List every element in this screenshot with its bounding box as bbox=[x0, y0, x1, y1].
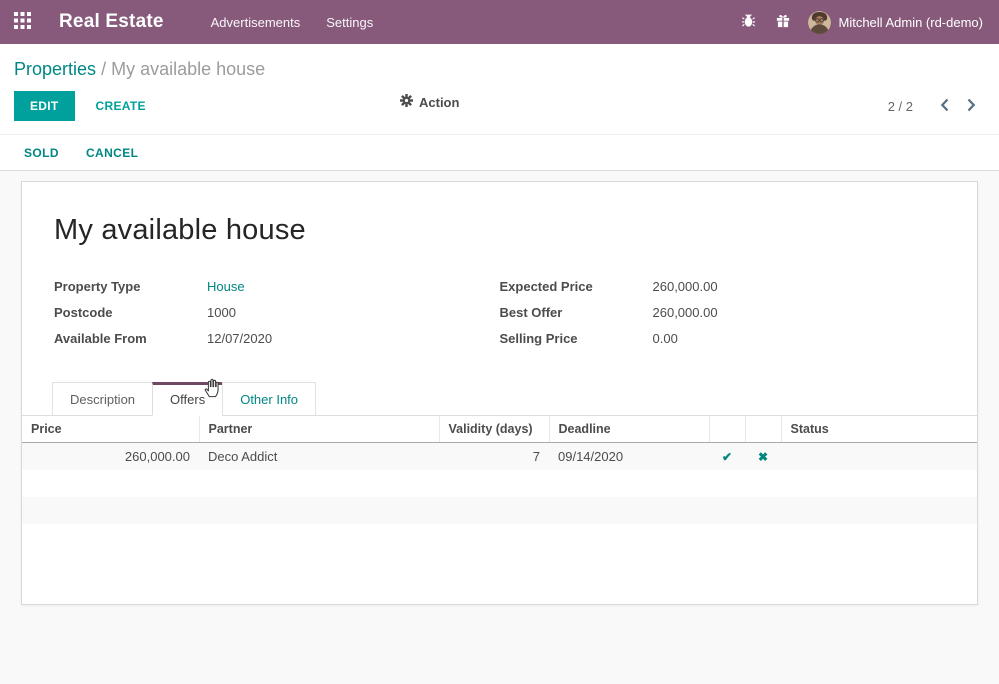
offer-status-cell bbox=[781, 443, 977, 471]
chevron-left-icon bbox=[940, 98, 949, 115]
notebook-tabs: Description Offers Other Info bbox=[22, 382, 977, 416]
edit-button[interactable]: EDIT bbox=[14, 91, 75, 121]
menu-settings[interactable]: Settings bbox=[313, 0, 386, 44]
offer-deadline-cell: 09/14/2020 bbox=[549, 443, 709, 471]
chevron-right-icon bbox=[967, 98, 976, 115]
field-value: 260,000.00 bbox=[653, 305, 718, 320]
create-button[interactable]: CREATE bbox=[96, 99, 146, 113]
pager-value: 2 / 2 bbox=[888, 99, 913, 114]
gear-icon bbox=[400, 94, 413, 110]
field-selling-price: Selling Price 0.00 bbox=[500, 331, 946, 346]
gift-icon bbox=[776, 14, 790, 31]
cross-icon: ✖ bbox=[758, 450, 768, 464]
field-value: 1000 bbox=[207, 305, 236, 320]
column-header-deadline[interactable]: Deadline bbox=[549, 416, 709, 443]
column-header-status[interactable]: Status bbox=[781, 416, 977, 443]
column-header-accept bbox=[709, 416, 745, 443]
content-area: My available house Property Type House P… bbox=[0, 171, 999, 605]
top-navbar: Real Estate Advertisements Settings bbox=[0, 0, 999, 44]
column-header-refuse bbox=[745, 416, 781, 443]
field-label: Expected Price bbox=[500, 279, 653, 294]
column-header-price[interactable]: Price bbox=[22, 416, 199, 443]
pager-next-button[interactable] bbox=[958, 96, 985, 117]
field-best-offer: Best Offer 260,000.00 bbox=[500, 305, 946, 320]
top-menu: Advertisements Settings bbox=[198, 0, 387, 44]
field-value: 12/07/2020 bbox=[207, 331, 272, 346]
pager: 2 / 2 bbox=[888, 96, 985, 117]
field-property-type: Property Type House bbox=[54, 279, 500, 294]
tab-description[interactable]: Description bbox=[52, 382, 153, 416]
field-label: Selling Price bbox=[500, 331, 653, 346]
menu-advertisements[interactable]: Advertisements bbox=[198, 0, 314, 44]
column-header-validity[interactable]: Validity (days) bbox=[439, 416, 549, 443]
apps-menu-button[interactable] bbox=[14, 12, 31, 32]
systray: Mitchell Admin (rd-demo) bbox=[731, 11, 984, 34]
column-header-partner[interactable]: Partner bbox=[199, 416, 439, 443]
user-avatar bbox=[808, 11, 831, 34]
user-menu-button[interactable]: Mitchell Admin (rd-demo) bbox=[808, 11, 984, 34]
offers-list: Price Partner Validity (days) Deadline S… bbox=[22, 416, 977, 602]
empty-row bbox=[22, 470, 977, 497]
offer-price-cell: 260,000.00 bbox=[22, 443, 199, 471]
tab-other-info[interactable]: Other Info bbox=[222, 382, 316, 416]
property-type-link[interactable]: House bbox=[207, 279, 245, 294]
action-menu-button[interactable]: Action bbox=[400, 94, 459, 110]
offers-header-row: Price Partner Validity (days) Deadline S… bbox=[22, 416, 977, 443]
offer-row[interactable]: 260,000.00 Deco Addict 7 09/14/2020 ✔ ✖ bbox=[22, 443, 977, 471]
field-value: 260,000.00 bbox=[653, 279, 718, 294]
form-statusbar: SOLD CANCEL bbox=[0, 134, 999, 171]
check-icon: ✔ bbox=[722, 450, 732, 464]
accept-offer-button[interactable]: ✔ bbox=[720, 450, 734, 464]
field-label: Best Offer bbox=[500, 305, 653, 320]
cancel-button[interactable]: CANCEL bbox=[86, 146, 138, 160]
pager-previous-button[interactable] bbox=[931, 96, 958, 117]
gift-menu-button[interactable] bbox=[766, 14, 800, 31]
apps-grid-icon bbox=[14, 12, 31, 32]
field-label: Postcode bbox=[54, 305, 207, 320]
app-brand[interactable]: Real Estate bbox=[59, 11, 164, 33]
debug-menu-button[interactable] bbox=[731, 13, 766, 31]
sold-button[interactable]: SOLD bbox=[24, 146, 59, 160]
empty-row bbox=[22, 524, 977, 602]
form-sheet: My available house Property Type House P… bbox=[21, 181, 978, 605]
field-column-right: Expected Price 260,000.00 Best Offer 260… bbox=[500, 279, 946, 357]
record-title: My available house bbox=[54, 214, 945, 247]
breadcrumb-current: My available house bbox=[111, 59, 265, 79]
field-label: Available From bbox=[54, 331, 207, 346]
refuse-offer-button[interactable]: ✖ bbox=[756, 450, 770, 464]
field-grid: Property Type House Postcode 1000 Availa… bbox=[54, 279, 945, 357]
field-available-from: Available From 12/07/2020 bbox=[54, 331, 500, 346]
field-value: 0.00 bbox=[653, 331, 678, 346]
field-column-left: Property Type House Postcode 1000 Availa… bbox=[54, 279, 500, 357]
control-panel-buttons: EDIT CREATE bbox=[0, 82, 999, 134]
breadcrumb: Properties / My available house bbox=[0, 44, 999, 82]
tab-offers[interactable]: Offers bbox=[152, 382, 223, 416]
control-panel: Properties / My available house EDIT CRE… bbox=[0, 44, 999, 134]
offer-validity-cell: 7 bbox=[439, 443, 549, 471]
offer-partner-cell: Deco Addict bbox=[199, 443, 439, 471]
empty-row bbox=[22, 497, 977, 524]
breadcrumb-properties-link[interactable]: Properties bbox=[14, 59, 96, 80]
field-expected-price: Expected Price 260,000.00 bbox=[500, 279, 946, 294]
field-postcode: Postcode 1000 bbox=[54, 305, 500, 320]
bug-icon bbox=[741, 13, 756, 31]
breadcrumb-separator: / bbox=[101, 59, 111, 79]
user-name: Mitchell Admin (rd-demo) bbox=[839, 15, 984, 30]
action-menu-label: Action bbox=[419, 95, 459, 110]
field-label: Property Type bbox=[54, 279, 207, 294]
